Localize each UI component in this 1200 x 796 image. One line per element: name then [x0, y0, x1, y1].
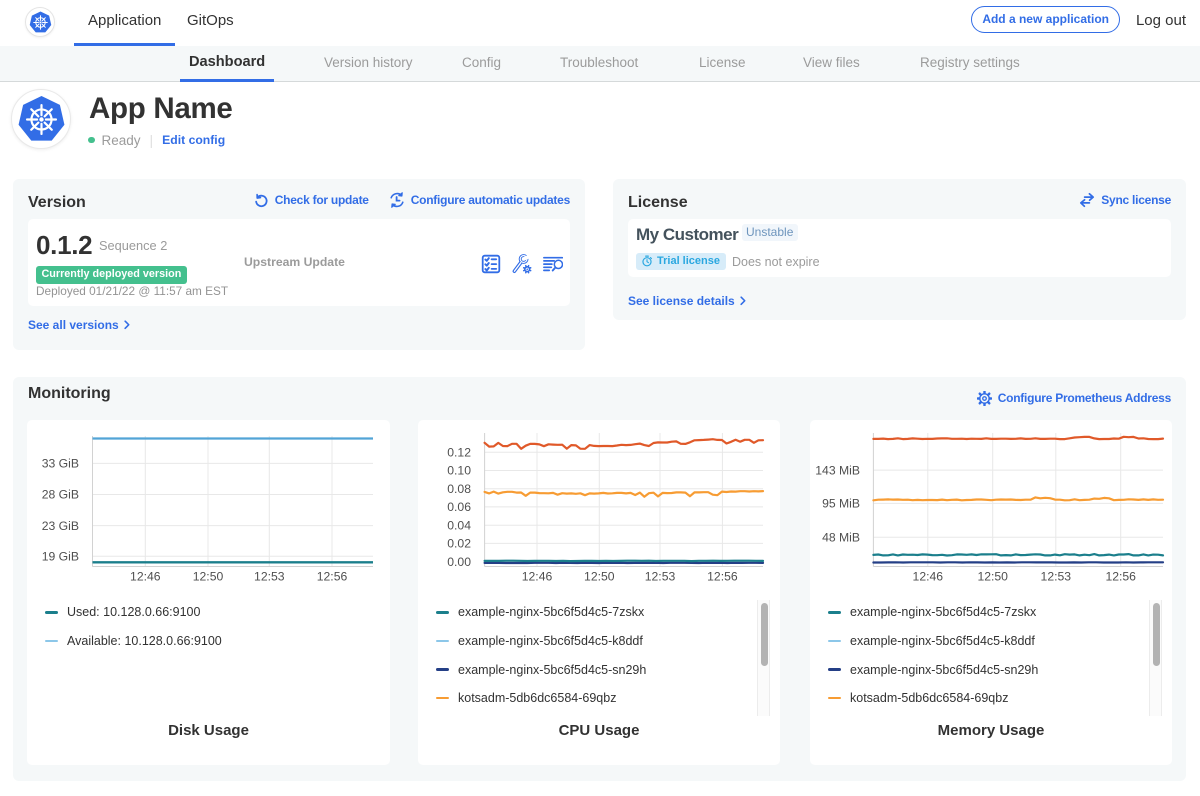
svg-text:12:50: 12:50: [977, 570, 1008, 584]
svg-text:12:46: 12:46: [130, 570, 161, 584]
svg-text:0.08: 0.08: [447, 482, 471, 496]
svg-text:12:46: 12:46: [913, 570, 944, 584]
svg-text:28 GiB: 28 GiB: [42, 488, 79, 502]
svg-text:12:53: 12:53: [254, 570, 285, 584]
svg-text:12:50: 12:50: [584, 570, 615, 584]
svg-text:12:56: 12:56: [1105, 570, 1136, 584]
svg-text:12:56: 12:56: [317, 570, 348, 584]
svg-text:0.02: 0.02: [447, 537, 471, 551]
svg-text:0.00: 0.00: [447, 555, 471, 569]
svg-text:19 GiB: 19 GiB: [42, 550, 79, 564]
svg-text:12:56: 12:56: [707, 570, 738, 584]
svg-text:48 MiB: 48 MiB: [822, 531, 860, 545]
svg-text:0.12: 0.12: [447, 446, 471, 460]
svg-text:12:53: 12:53: [645, 570, 676, 584]
svg-text:0.04: 0.04: [447, 518, 471, 532]
svg-text:33 GiB: 33 GiB: [42, 457, 79, 471]
svg-text:95 MiB: 95 MiB: [822, 497, 860, 511]
svg-text:0.06: 0.06: [447, 500, 471, 514]
svg-text:12:50: 12:50: [193, 570, 224, 584]
svg-text:143 MiB: 143 MiB: [815, 463, 860, 477]
svg-text:23 GiB: 23 GiB: [42, 519, 79, 533]
svg-text:0.10: 0.10: [447, 464, 471, 478]
svg-text:12:46: 12:46: [522, 570, 553, 584]
svg-text:12:53: 12:53: [1041, 570, 1072, 584]
